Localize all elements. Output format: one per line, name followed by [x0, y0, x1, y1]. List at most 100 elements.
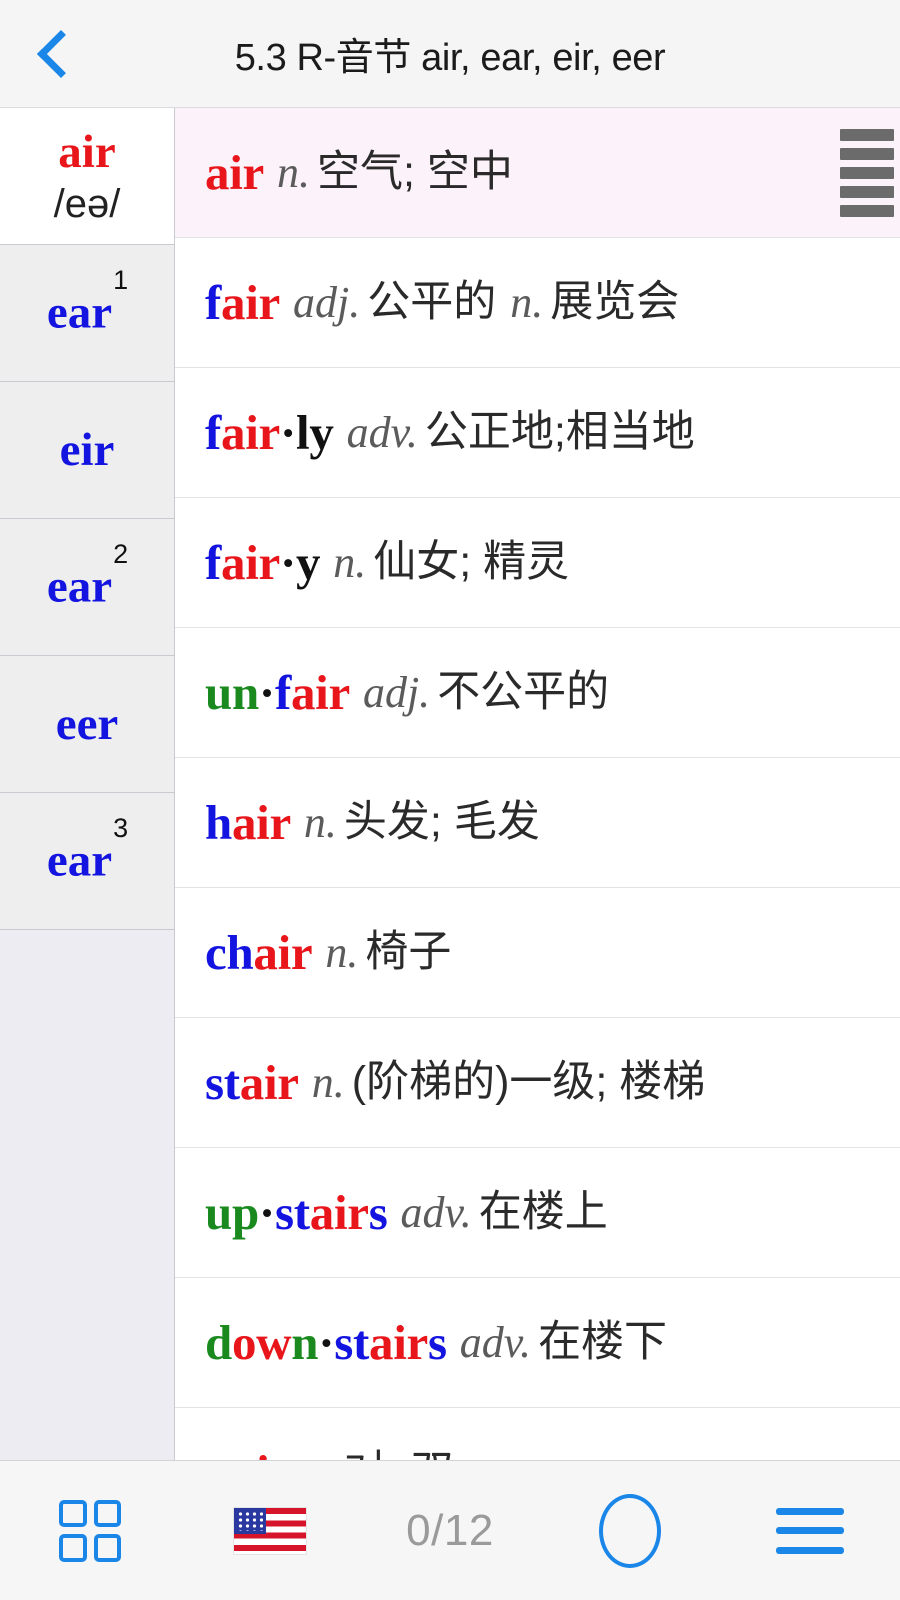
sidebar-item-ear1[interactable]: ear1: [0, 245, 174, 382]
circle-icon: [599, 1493, 661, 1568]
word-segment: air: [221, 275, 280, 330]
definition-text: 公平的: [367, 278, 497, 326]
word-segment: ·: [280, 535, 297, 590]
word-segment: air: [205, 145, 264, 200]
word-list[interactable]: air n. 空气; 空中 fair adj. 公平的 n. 展览会 fair·ly adv. 公正…: [175, 108, 900, 1460]
sidebar-item-superscript: 2: [113, 539, 129, 570]
word-text: down·stairs: [205, 1318, 447, 1367]
sidebar-item-phonetic: /eə/: [53, 181, 121, 226]
word-text: un·fair: [205, 668, 350, 717]
word-segment: air: [232, 1445, 291, 1460]
part-of-speech: adv.: [346, 407, 418, 457]
definition-text: 不公平的: [437, 668, 610, 716]
sidebar-filler: [0, 930, 174, 1460]
word-segment: air: [369, 1315, 429, 1370]
word-row[interactable]: fair·ly adv. 公正地;相当地: [175, 368, 900, 498]
progress-counter: 0/12: [360, 1461, 540, 1600]
word-text: fair·ly: [205, 408, 334, 457]
word-segment: st: [334, 1315, 370, 1370]
word-row[interactable]: up·stairs adv. 在楼上: [175, 1148, 900, 1278]
part-of-speech: adj.: [293, 277, 361, 327]
drag-handle-icon[interactable]: [840, 128, 894, 217]
word-segment: s: [428, 1315, 447, 1370]
word-segment: air: [309, 1185, 369, 1240]
word-text: air: [205, 148, 264, 197]
word-text: fair: [205, 278, 280, 327]
word-segment: d: [205, 1315, 232, 1370]
sidebar-item-label: eer: [55, 697, 119, 750]
sidebar: air/eə/ear1 eir ear2 eer ear3: [0, 108, 175, 1460]
part-of-speech: n.: [325, 927, 359, 977]
word-text: hair: [205, 798, 291, 847]
word-text: fair·y: [205, 535, 321, 590]
word-row[interactable]: air n. 空气; 空中: [175, 108, 900, 238]
hamburger-menu-icon: [776, 1507, 844, 1554]
word-segment: air: [290, 665, 350, 720]
back-button[interactable]: [0, 0, 110, 107]
app-header: 5.3 R-音节 air, ear, eir, eer: [0, 0, 900, 108]
part-of-speech: n.: [333, 537, 367, 587]
part-of-speech: n.: [304, 1450, 337, 1460]
word-segment: f: [205, 535, 222, 590]
word-segment: h: [205, 795, 232, 850]
definition-text: (阶梯的)一级; 楼梯: [351, 1058, 706, 1106]
word-row[interactable]: stair n. (阶梯的)一级; 楼梯: [175, 1018, 900, 1148]
content-area: air/eə/ear1 eir ear2 eer ear3 air n. 空气; 空中 fai…: [0, 108, 900, 1460]
part-of-speech: n.: [311, 1057, 345, 1107]
word-segment: air: [239, 1055, 299, 1110]
word-segment: st: [205, 1055, 240, 1110]
word-segment: ·: [318, 1315, 335, 1370]
word-row[interactable]: chair n. 椅子: [175, 888, 900, 1018]
app-root: 5.3 R-音节 air, ear, eir, eer air/eə/ear1 e…: [0, 0, 900, 1600]
sidebar-item-eer[interactable]: eer: [0, 656, 174, 793]
word-row[interactable]: un·fair adj. 不公平的: [175, 628, 900, 758]
word-segment: air: [231, 795, 291, 850]
definition-text: 椅子: [365, 928, 452, 976]
bottom-toolbar: 0/12: [0, 1460, 900, 1600]
word-row[interactable]: fair adj. 公平的 n. 展览会: [175, 238, 900, 368]
word-segment: f: [205, 275, 222, 330]
word-row[interactable]: hair n. 头发; 毛发: [175, 758, 900, 888]
word-text: stair: [205, 1058, 299, 1107]
language-button[interactable]: [180, 1461, 360, 1600]
chevron-left-icon: [36, 29, 86, 78]
word-segment: p: [205, 1445, 232, 1460]
definition-text: 展览会: [550, 278, 680, 326]
part-of-speech: n.: [510, 277, 544, 327]
word-segment: n: [291, 1315, 319, 1370]
sidebar-item-label: air: [58, 125, 116, 178]
definition-text: 仙女; 精灵: [373, 538, 570, 586]
word-segment: ·: [258, 665, 275, 720]
grid-view-button[interactable]: [0, 1461, 180, 1600]
word-segment: up: [205, 1185, 259, 1240]
definition-text: 对, 双: [344, 1451, 454, 1461]
word-segment: f: [274, 665, 291, 720]
sidebar-item-label: eir: [59, 423, 115, 476]
word-row[interactable]: down·stairs adv. 在楼下: [175, 1278, 900, 1408]
sidebar-item-superscript: 3: [113, 813, 129, 844]
word-row[interactable]: fair·y n. 仙女; 精灵: [175, 498, 900, 628]
part-of-speech: n.: [276, 147, 310, 197]
word-segment: st: [274, 1185, 310, 1240]
part-of-speech: n.: [303, 797, 337, 847]
sidebar-item-eir[interactable]: eir: [0, 382, 174, 519]
record-button[interactable]: [540, 1461, 720, 1600]
sidebar-item-label: ear2: [46, 539, 129, 613]
page-title: 5.3 R-音节 air, ear, eir, eer: [234, 37, 666, 79]
word-row[interactable]: pair n. 对, 双: [175, 1408, 900, 1460]
word-segment: ·: [280, 405, 297, 460]
grid-icon: [59, 1499, 121, 1562]
menu-button[interactable]: [720, 1461, 900, 1600]
word-text: pair: [205, 1448, 291, 1460]
word-text: chair: [205, 925, 313, 980]
counter-label: 0/12: [406, 1505, 494, 1555]
sidebar-item-ear2[interactable]: ear2: [0, 519, 174, 656]
sidebar-item-superscript: 1: [113, 265, 129, 296]
sidebar-item-label: ear3: [46, 813, 129, 887]
word-segment: un: [205, 665, 259, 720]
sidebar-item-ear3[interactable]: ear3: [0, 793, 174, 930]
sidebar-item-air[interactable]: air/eə/: [0, 108, 174, 245]
word-segment: ly: [296, 405, 334, 460]
word-segment: air: [253, 925, 313, 980]
word-text: up·stairs: [205, 1188, 388, 1237]
